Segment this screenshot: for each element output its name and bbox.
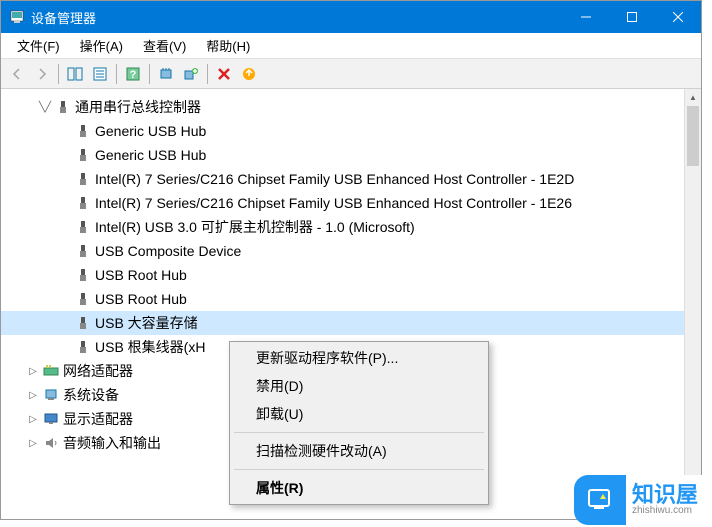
- tree-item-usb[interactable]: Intel(R) 7 Series/C216 Chipset Family US…: [1, 191, 701, 215]
- expand-icon[interactable]: ▷: [25, 435, 41, 451]
- usb-icon: [75, 123, 91, 139]
- tree-item-usb[interactable]: Generic USB Hub: [1, 119, 701, 143]
- toolbar-separator: [58, 64, 59, 84]
- usb-icon: [75, 339, 91, 355]
- scan-hardware-button[interactable]: [154, 62, 178, 86]
- context-disable[interactable]: 禁用(D): [232, 372, 486, 400]
- forward-button: [30, 62, 54, 86]
- uninstall-button[interactable]: [212, 62, 236, 86]
- close-button[interactable]: [655, 1, 701, 33]
- usb-controller-icon: [55, 99, 71, 115]
- scroll-up-button[interactable]: ▲: [685, 89, 701, 106]
- tree-item-usb[interactable]: USB Root Hub: [1, 287, 701, 311]
- tree-item-usb[interactable]: Intel(R) 7 Series/C216 Chipset Family US…: [1, 167, 701, 191]
- toolbar-separator: [116, 64, 117, 84]
- menubar: 文件(F) 操作(A) 查看(V) 帮助(H): [1, 33, 701, 59]
- minimize-button[interactable]: [563, 1, 609, 33]
- system-device-icon: [43, 387, 59, 403]
- expand-icon[interactable]: ▷: [25, 387, 41, 403]
- audio-icon: [43, 435, 59, 451]
- update-driver-button[interactable]: [237, 62, 261, 86]
- network-adapter-icon: [43, 363, 59, 379]
- tree-item-usb[interactable]: USB Composite Device: [1, 239, 701, 263]
- usb-icon: [75, 147, 91, 163]
- toolbar-separator: [207, 64, 208, 84]
- context-properties[interactable]: 属性(R): [232, 474, 486, 502]
- watermark: 知识屋 zhishiwu.com: [574, 475, 710, 525]
- window-title: 设备管理器: [31, 8, 563, 27]
- context-uninstall[interactable]: 卸载(U): [232, 400, 486, 428]
- watermark-icon: [576, 477, 622, 523]
- tree-item-usb[interactable]: Intel(R) USB 3.0 可扩展主机控制器 - 1.0 (Microso…: [1, 215, 701, 239]
- help-button[interactable]: ?: [121, 62, 145, 86]
- context-update-driver[interactable]: 更新驱动程序软件(P)...: [232, 344, 486, 372]
- usb-icon: [75, 195, 91, 211]
- maximize-button[interactable]: [609, 1, 655, 33]
- tree-item-usb[interactable]: USB Root Hub: [1, 263, 701, 287]
- tree-item-usb[interactable]: Generic USB Hub: [1, 143, 701, 167]
- watermark-text: 知识屋 zhishiwu.com: [626, 475, 710, 525]
- show-hide-tree-button[interactable]: [63, 62, 87, 86]
- usb-icon: [75, 315, 91, 331]
- context-scan-hardware[interactable]: 扫描检测硬件改动(A): [232, 437, 486, 465]
- usb-icon: [75, 243, 91, 259]
- menu-view[interactable]: 查看(V): [133, 33, 196, 58]
- properties-button[interactable]: [88, 62, 112, 86]
- usb-icon: [75, 291, 91, 307]
- app-icon: [9, 9, 25, 25]
- collapse-icon[interactable]: ╲╱: [37, 99, 53, 115]
- scroll-thumb[interactable]: [687, 106, 699, 166]
- display-adapter-icon: [43, 411, 59, 427]
- menu-action[interactable]: 操作(A): [70, 33, 133, 58]
- toolbar: ?: [1, 59, 701, 89]
- toolbar-separator: [149, 64, 150, 84]
- context-separator: [234, 469, 484, 470]
- tree-category-usb[interactable]: ╲╱ 通用串行总线控制器: [1, 95, 701, 119]
- tree-item-usb-selected[interactable]: USB 大容量存储: [1, 311, 701, 335]
- vertical-scrollbar[interactable]: ▲ ▼: [684, 89, 701, 519]
- add-legacy-hardware-button[interactable]: [179, 62, 203, 86]
- menu-file[interactable]: 文件(F): [7, 33, 70, 58]
- context-menu: 更新驱动程序软件(P)... 禁用(D) 卸载(U) 扫描检测硬件改动(A) 属…: [229, 341, 489, 505]
- usb-icon: [75, 267, 91, 283]
- usb-icon: [75, 171, 91, 187]
- menu-help[interactable]: 帮助(H): [196, 33, 260, 58]
- expand-icon[interactable]: ▷: [25, 363, 41, 379]
- context-separator: [234, 432, 484, 433]
- usb-icon: [75, 219, 91, 235]
- back-button: [5, 62, 29, 86]
- expand-icon[interactable]: ▷: [25, 411, 41, 427]
- svg-text:?: ?: [130, 69, 137, 81]
- titlebar[interactable]: 设备管理器: [1, 1, 701, 33]
- window-controls: [563, 1, 701, 33]
